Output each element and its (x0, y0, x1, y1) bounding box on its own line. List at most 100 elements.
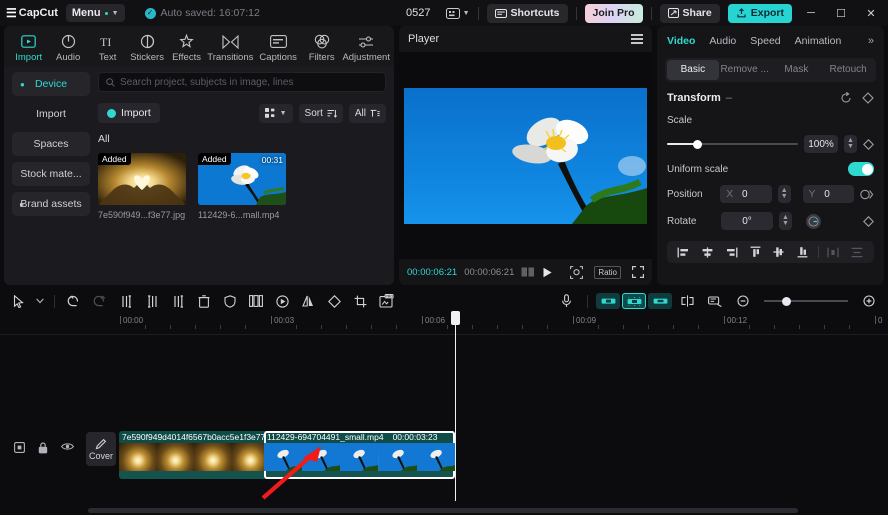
minimize-button[interactable]: ─ (800, 2, 822, 24)
position-y-input[interactable]: Y 0 (802, 185, 854, 203)
sort-button[interactable]: Sort (298, 103, 343, 123)
subtab-mask[interactable]: Mask (771, 60, 823, 80)
scale-slider[interactable] (667, 138, 798, 150)
timeline-clip-video[interactable]: 112429-694704491_small.mp4 00:00:03:23 (264, 431, 455, 479)
redo-icon[interactable] (87, 290, 113, 312)
sidebar-item-device[interactable]: ● Device (12, 72, 90, 96)
player-menu-icon[interactable] (631, 34, 643, 44)
play-button[interactable] (542, 267, 553, 278)
filter-button[interactable]: All (348, 103, 386, 123)
preview-track-icon[interactable] (702, 290, 728, 312)
media-item[interactable]: Added 00:31 112429-6...mall.mp4 (198, 153, 286, 220)
tab-stickers[interactable]: Stickers (128, 31, 165, 63)
shortcuts-button[interactable]: Shortcuts (486, 3, 568, 23)
cover-button[interactable]: Cover (86, 432, 116, 466)
sidebar-item-import[interactable]: Import (12, 102, 90, 126)
lock-icon[interactable] (38, 442, 48, 454)
position-keyframe-icon[interactable] (860, 189, 874, 200)
split-icon[interactable] (113, 290, 139, 312)
select-tool-icon[interactable] (6, 290, 32, 312)
tab-audio[interactable]: Audio (709, 35, 736, 47)
subtab-basic[interactable]: Basic (667, 60, 719, 80)
scale-keyframe-icon[interactable] (863, 138, 874, 150)
join-pro-button[interactable]: Join Pro (584, 3, 643, 23)
eye-icon[interactable] (61, 442, 74, 454)
sidebar-item-spaces[interactable]: Spaces (12, 132, 90, 156)
zoom-slider-knob[interactable] (782, 296, 792, 306)
keyboard-layout-button[interactable]: ▼ (445, 7, 470, 19)
close-button[interactable]: ✕ (860, 2, 882, 24)
zoom-preview-icon[interactable] (570, 265, 584, 279)
menu-button[interactable]: Menu ▼ (65, 4, 125, 22)
tab-text[interactable]: TI Text (89, 31, 126, 63)
timeline-scrollbar[interactable] (0, 508, 888, 515)
slider-knob[interactable] (693, 139, 703, 149)
trim-right-icon[interactable] (165, 290, 191, 312)
distribute-horizontal-icon[interactable] (823, 247, 845, 258)
player-preview[interactable] (404, 87, 647, 224)
clip-edit-icon-1[interactable] (596, 293, 620, 309)
maximize-button[interactable]: ☐ (830, 2, 852, 24)
share-button[interactable]: Share (659, 3, 720, 23)
tab-transitions[interactable]: Transitions (207, 31, 253, 63)
rotate-icon[interactable] (321, 290, 347, 312)
playhead-handle[interactable] (451, 311, 460, 325)
align-left-icon[interactable] (673, 247, 695, 258)
more-tabs-icon[interactable]: » (868, 35, 874, 47)
sidebar-item-brand-assets[interactable]: ▸ Brand assets (12, 192, 90, 216)
uniform-scale-toggle[interactable] (848, 162, 874, 176)
keyframe-icon[interactable] (862, 92, 874, 104)
sidebar-item-stock-materials[interactable]: Stock mate... (12, 162, 90, 186)
timeline-zoom-slider[interactable] (764, 295, 848, 307)
select-tool-dropdown-icon[interactable] (32, 290, 48, 312)
media-item[interactable]: Added 7e590f949...f3e77.jpg (98, 153, 186, 220)
zoom-in-icon[interactable] (856, 290, 882, 312)
zoom-out-icon[interactable] (730, 290, 756, 312)
tab-effects[interactable]: Effects (168, 31, 205, 63)
tab-filters[interactable]: Filters (303, 31, 340, 63)
align-top-icon[interactable] (744, 246, 766, 258)
tab-audio[interactable]: Audio (49, 31, 86, 63)
tab-speed[interactable]: Speed (750, 35, 780, 47)
distribute-vertical-icon[interactable] (846, 247, 868, 258)
clip-edit-icon-2[interactable] (622, 293, 646, 309)
clip-edit-icon-3[interactable] (648, 293, 672, 309)
tab-animation[interactable]: Animation (795, 35, 842, 47)
timeline-clip-image[interactable]: 7e590f949d4014f6567b0acc5e1f3e77.jp (119, 431, 269, 479)
scrollbar-thumb[interactable] (88, 508, 798, 513)
reset-icon[interactable] (840, 92, 852, 104)
scale-stepper[interactable]: ▲ ▼ (844, 135, 857, 153)
tab-import[interactable]: Import (10, 31, 47, 63)
frame-compare-icon[interactable] (521, 267, 535, 277)
freeze-frame-icon[interactable] (243, 290, 269, 312)
tab-adjustment[interactable]: Adjustment (342, 31, 390, 63)
subtab-retouch[interactable]: Retouch (822, 60, 874, 80)
tab-video[interactable]: Video (667, 35, 695, 47)
microphone-icon[interactable] (553, 290, 579, 312)
rotate-stepper[interactable]: ▲ ▼ (779, 212, 792, 230)
collapse-icon[interactable]: – (726, 92, 732, 104)
position-x-input[interactable]: X 0 (720, 185, 772, 203)
speed-icon[interactable] (269, 290, 295, 312)
align-center-vertical-icon[interactable] (768, 246, 790, 258)
rotate-keyframe-icon[interactable] (863, 215, 874, 227)
rotate-dial[interactable] (806, 213, 821, 229)
grid-view-button[interactable]: ▼ (258, 103, 293, 123)
search-input[interactable]: Search project, subjects in image, lines (120, 77, 293, 88)
scale-value-input[interactable]: 100% (804, 135, 838, 153)
import-button[interactable]: Import (98, 103, 160, 123)
trim-left-icon[interactable] (139, 290, 165, 312)
pro-enhance-icon[interactable]: PRO (373, 290, 399, 312)
position-x-stepper[interactable]: ▲ ▼ (777, 185, 791, 203)
delete-icon[interactable] (191, 290, 217, 312)
align-right-icon[interactable] (721, 247, 743, 258)
ratio-button[interactable]: Ratio (594, 265, 621, 279)
search-bar[interactable]: Search project, subjects in image, lines (98, 72, 386, 92)
align-bottom-icon[interactable] (792, 246, 814, 258)
rotate-value-input[interactable]: 0° (721, 212, 773, 230)
tab-captions[interactable]: Captions (255, 31, 301, 63)
align-center-horizontal-icon[interactable] (697, 246, 719, 258)
split-at-playhead-icon[interactable] (674, 290, 700, 312)
fullscreen-icon[interactable] (632, 266, 644, 278)
mask-shield-icon[interactable] (217, 290, 243, 312)
